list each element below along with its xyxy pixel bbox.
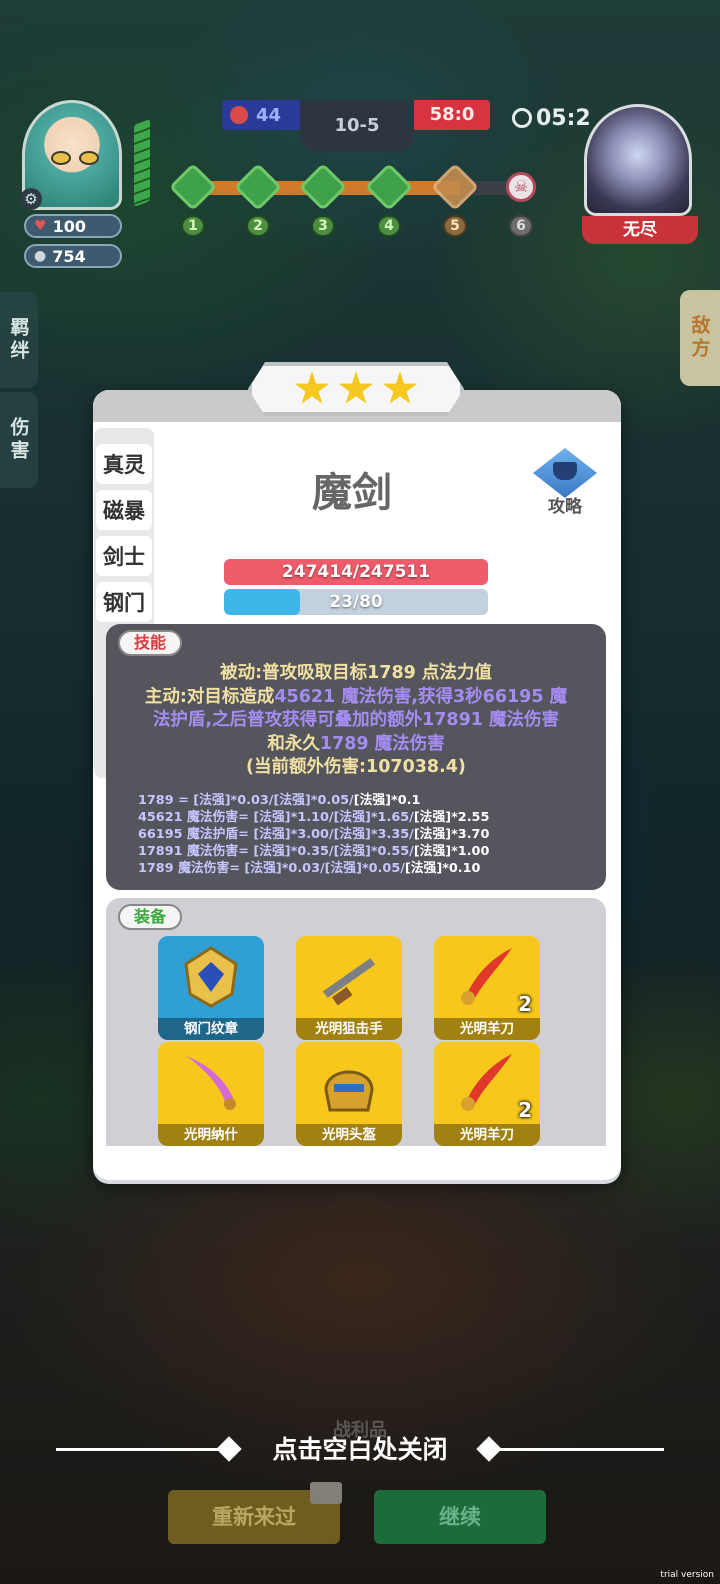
formula-row: 66195 魔法护盾= [法强]*3.00/[法强]*3.35/[法强]*3.7… <box>138 827 490 842</box>
player-hp-value: 100 <box>52 216 86 236</box>
enemy-mode-label: 无尽 <box>582 216 698 244</box>
player-health-bar <box>134 119 150 207</box>
gear-icon[interactable]: ⚙ <box>20 188 42 210</box>
star-icon <box>294 371 330 404</box>
tab-bonds[interactable]: 羁绊 <box>0 292 38 388</box>
equipment-panel: 装备 钢门纹章 光明狙击手 光明羊刀 2 光明纳什 光明头盔 光明羊刀 2 <box>106 898 606 1146</box>
skull-icon <box>230 106 248 124</box>
wave-number-3: 3 <box>311 215 335 237</box>
equipment-tag: 装备 <box>118 904 183 930</box>
equipment-name: 光明羊刀 <box>434 1018 540 1040</box>
skill-line-active: 主动:对目标造成45621 魔法伤害,获得3秒66195 魔 <box>144 686 568 707</box>
player-coin-pill: ● 754 <box>24 244 122 268</box>
retry-button[interactable]: 重新来过 <box>168 1482 342 1544</box>
formula-row: 17891 魔法伤害= [法强]*0.35/[法强]*0.55/[法强]*1.0… <box>138 844 490 859</box>
trait-item[interactable]: 剑士 <box>96 536 152 576</box>
skill-tag: 技能 <box>118 630 183 656</box>
skill-line-current: (当前额外伤害:107038.4) <box>246 757 466 777</box>
wave-number-2: 2 <box>246 215 270 237</box>
equipment-name: 光明头盔 <box>296 1124 402 1146</box>
equipment-item[interactable]: 光明狙击手 <box>296 936 402 1040</box>
watermark: trial version <box>660 1570 714 1580</box>
avatar-glasses <box>51 151 99 165</box>
skill-panel: 技能 被动:普攻吸取目标1789 点法力值 主动:对目标造成45621 魔法伤害… <box>106 624 606 890</box>
trait-item[interactable]: 钢门 <box>96 582 152 622</box>
helmet-icon <box>324 1070 374 1112</box>
clock-icon <box>512 108 532 128</box>
continue-button[interactable]: 继续 <box>374 1490 546 1544</box>
equipment-name: 光明羊刀 <box>434 1124 540 1146</box>
wave-number-4: 4 <box>377 215 401 237</box>
skill-line-passive: 被动:普攻吸取目标1789 点法力值 <box>220 663 492 683</box>
rifle-icon <box>322 958 376 1006</box>
video-ad-icon <box>310 1482 342 1504</box>
hero-name: 魔剑 <box>312 470 392 516</box>
equipment-name: 钢门纹章 <box>158 1018 264 1040</box>
curved-blade-icon <box>186 1056 236 1110</box>
flame-blade-icon <box>461 1054 512 1111</box>
wave-number-5: 5 <box>443 215 467 237</box>
emblem-icon <box>184 946 238 1008</box>
star-icon <box>382 371 418 404</box>
graduation-cap-icon <box>533 448 597 498</box>
coin-icon: ● <box>34 248 47 264</box>
flame-blade-icon <box>461 948 512 1005</box>
wave-number-1: 1 <box>181 215 205 237</box>
timer-value: 05:2 <box>536 105 591 131</box>
enemy-avatar[interactable] <box>584 104 692 216</box>
equipment-item[interactable]: 钢门纹章 <box>158 936 264 1040</box>
skull-icon: ☠ <box>506 172 536 202</box>
hero-hp-bar: 247414/247511 <box>224 559 488 585</box>
wave-number-6: 6 <box>509 215 533 237</box>
retry-label: 重新来过 <box>212 1505 296 1529</box>
equipment-count: 2 <box>518 1098 532 1122</box>
equipment-count: 2 <box>518 992 532 1016</box>
guide-button[interactable]: 攻略 <box>530 448 600 522</box>
team-score-left-value: 44 <box>256 104 282 126</box>
hero-hp-text: 247414/247511 <box>281 562 431 582</box>
heart-icon: ♥ <box>34 218 47 234</box>
hero-mana-text: 23/80 <box>329 592 383 612</box>
trait-item[interactable]: 真灵 <box>96 444 152 484</box>
hero-mana-bar: 23/80 <box>224 589 488 615</box>
equipment-item[interactable]: 光明纳什 <box>158 1042 264 1146</box>
equipment-item[interactable]: 光明头盔 <box>296 1042 402 1146</box>
equipment-name: 光明狙击手 <box>296 1018 402 1040</box>
round-timer: 05:2 <box>512 104 591 132</box>
skill-description: 被动:普攻吸取目标1789 点法力值 主动:对目标造成45621 魔法伤害,获得… <box>120 662 592 780</box>
skill-line-permanent: 和永久1789 魔法伤害 <box>267 733 445 754</box>
star-icon <box>338 371 374 404</box>
equipment-name: 光明纳什 <box>158 1124 264 1146</box>
formula-row: 45621 魔法伤害= [法强]*1.10/[法强]*1.65/[法强]*2.5… <box>138 810 490 825</box>
equipment-item[interactable]: 光明羊刀 2 <box>434 1042 540 1146</box>
equipment-item[interactable]: 光明羊刀 2 <box>434 936 540 1040</box>
star-rating <box>248 362 464 416</box>
player-coin-value: 754 <box>52 246 86 266</box>
trait-item[interactable]: 磁暴 <box>96 490 152 530</box>
player-hp-pill: ♥ 100 <box>24 214 122 238</box>
tab-enemy[interactable]: 敌方 <box>680 290 720 386</box>
team-score-right: 58:0 <box>414 100 490 130</box>
close-hint[interactable]: 点击空白处关闭 <box>0 1430 720 1470</box>
skill-formulas: 1789 = [法强]*0.03/[法强]*0.05/[法强]*0.1 4562… <box>138 792 598 877</box>
formula-row: 1789 魔法伤害= [法强]*0.03/[法强]*0.05/[法强]*0.10 <box>138 861 481 876</box>
skill-line-shield: 法护盾,之后普攻获得可叠加的额外17891 魔法伤害 <box>152 710 560 730</box>
tab-damage[interactable]: 伤害 <box>0 392 38 488</box>
formula-row: 1789 = [法强]*0.03/[法强]*0.05/[法强]*0.1 <box>138 793 421 808</box>
team-score-left: 44 <box>222 100 302 130</box>
stage-indicator: 10-5 <box>300 100 414 152</box>
